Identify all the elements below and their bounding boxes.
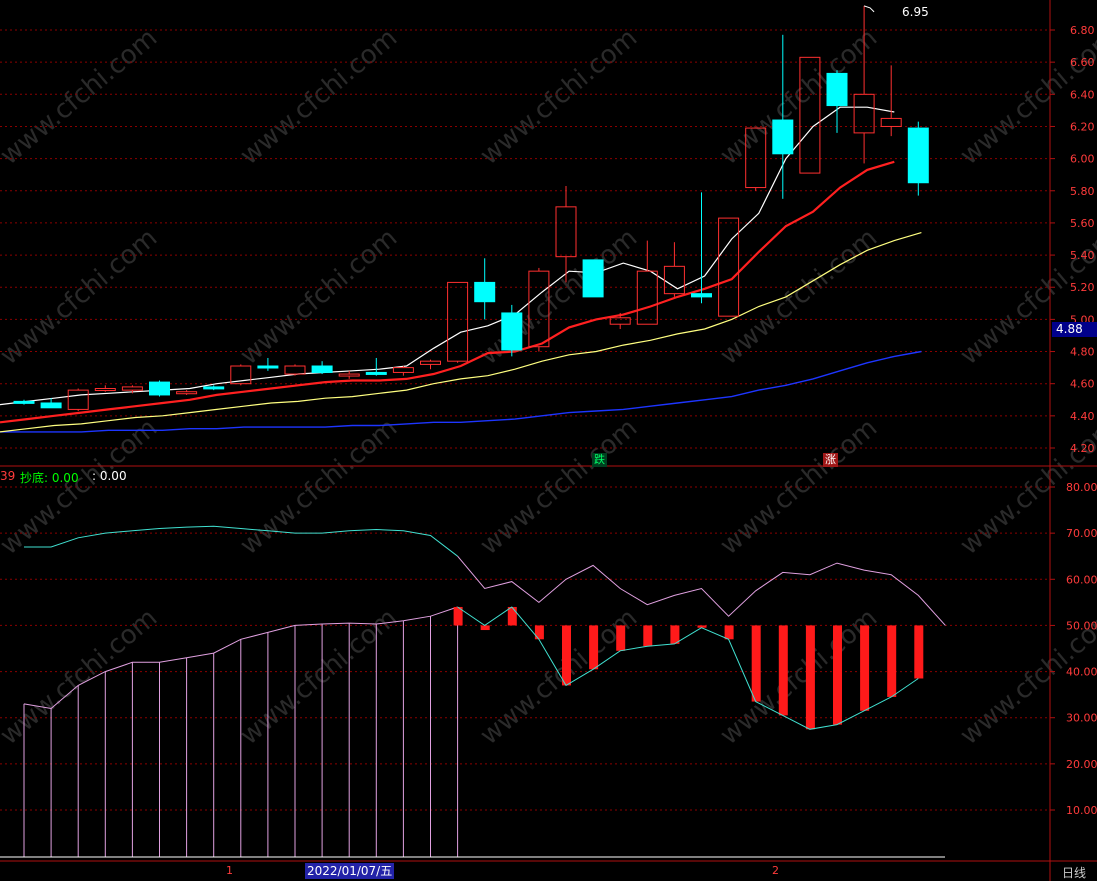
last-price-tag: 4.88 — [1052, 322, 1097, 337]
price-tick-label: 5.60 — [1070, 217, 1095, 230]
indicator-bar — [643, 625, 653, 647]
watermark-text: www.cfchi.com — [235, 23, 404, 171]
indicator-tick-label: 60.00 — [1066, 573, 1097, 586]
indicator-tick-label: 40.00 — [1066, 666, 1097, 679]
max-price-label: 6.95 — [902, 5, 929, 19]
candle-up — [67, 389, 89, 410]
candle-up — [447, 281, 469, 362]
candle-up — [718, 217, 740, 317]
indicator-chaodi-label: 抄底: 0.00 — [20, 471, 79, 485]
watermark-text: www.cfchi.com — [715, 23, 884, 171]
indicator-tick-label: 50.00 — [1066, 619, 1097, 632]
indicator-bar — [887, 625, 897, 697]
watermark-text: www.cfchi.com — [0, 223, 163, 371]
watermark-text: www.cfchi.com — [475, 23, 644, 171]
x-marker-2: 2 — [772, 864, 779, 877]
price-tick-label: 4.60 — [1070, 378, 1095, 391]
candle-down — [501, 312, 523, 351]
candle-up — [420, 360, 441, 365]
price-panel — [0, 5, 929, 433]
candle-down — [772, 119, 794, 155]
price-tick-label: 4.80 — [1070, 346, 1095, 359]
candle-up — [555, 206, 577, 258]
candle-down — [203, 386, 225, 390]
candle-down — [40, 402, 62, 409]
indicator-bar — [751, 625, 761, 702]
watermark-text: www.cfchi.com — [475, 603, 644, 751]
indicator-bar — [833, 625, 842, 725]
indicator-colon-label: : 0.00 — [92, 469, 127, 483]
watermark-text: www.cfchi.com — [715, 603, 884, 751]
price-tick-label: 5.80 — [1070, 185, 1095, 198]
candle-up — [176, 391, 198, 395]
cursor-date-label: 2022/01/07/五 — [305, 863, 395, 879]
candle-down — [311, 365, 333, 373]
price-tick-label: 6.00 — [1070, 153, 1095, 166]
candle-down — [582, 259, 604, 298]
indicator-bar — [914, 625, 924, 679]
indicator-tick-label: 30.00 — [1066, 712, 1097, 725]
candle-up — [663, 265, 685, 295]
candle-up — [284, 365, 306, 375]
x-marker-1: 1 — [226, 864, 233, 877]
indicator-bar — [589, 625, 599, 670]
candle-down — [826, 72, 848, 107]
price-tick-label: 5.40 — [1070, 249, 1095, 262]
watermark-text: www.cfchi.com — [235, 603, 404, 751]
indicator-bar — [507, 606, 517, 626]
indicator-tick-label: 70.00 — [1066, 527, 1097, 540]
indicator-bar — [562, 625, 571, 686]
watermark-text: www.cfchi.com — [475, 223, 644, 371]
price-tick-label: 5.20 — [1070, 281, 1095, 294]
indicator-tick-label: 20.00 — [1066, 758, 1097, 771]
indicator-bar — [778, 625, 788, 716]
candle-down — [907, 127, 929, 184]
candle-up — [338, 373, 360, 377]
candle-up — [853, 93, 875, 134]
period-label[interactable]: 日线 — [1062, 864, 1086, 881]
stock-chart: www.cfchi.com www.cfchi.com www.cfchi.com w… — [0, 0, 1097, 881]
candle-down — [691, 293, 712, 298]
price-tick-label: 4.40 — [1070, 410, 1095, 423]
candle-down — [257, 365, 279, 369]
price-tick-label: 4.20 — [1070, 442, 1095, 455]
indicator-left-fragment: 39 — [0, 469, 16, 483]
watermark-text: www.cfchi.com — [235, 413, 404, 561]
candle-up — [880, 117, 902, 127]
candle-up — [392, 367, 414, 373]
indicator-tick-label: 80.00 — [1066, 481, 1097, 494]
candle-up — [636, 270, 658, 325]
candle-up — [94, 388, 116, 392]
indicator-bar — [805, 625, 815, 730]
indicator-bar — [616, 625, 626, 651]
price-tick-label: 6.80 — [1070, 24, 1095, 37]
max-price-pointer — [863, 5, 875, 13]
indicator-panel — [23, 525, 946, 857]
candle-down — [474, 281, 496, 303]
price-tick-label: 6.20 — [1070, 120, 1095, 133]
candle-down — [365, 371, 387, 375]
indicator-bar — [860, 625, 870, 711]
watermark-text: www.cfchi.com — [475, 413, 644, 561]
axes: 6.806.606.406.206.005.805.605.405.205.00… — [0, 0, 1097, 881]
watermark-text: www.cfchi.com — [715, 413, 884, 561]
signal-up-marker: 涨 — [823, 453, 838, 467]
candle-down — [149, 381, 170, 396]
price-tick-label: 6.60 — [1070, 56, 1095, 69]
watermark-text: www.cfchi.com — [715, 223, 884, 371]
indicator-bar — [480, 625, 490, 631]
watermark-text: www.cfchi.com — [0, 23, 163, 171]
indicator-bar — [534, 625, 544, 640]
signal-down-marker: 跌 — [592, 453, 607, 467]
watermark-text: www.cfchi.com — [235, 223, 404, 371]
indicator-tick-label: 10.00 — [1066, 804, 1097, 817]
price-tick-label: 6.40 — [1070, 88, 1095, 101]
candle-down — [13, 400, 35, 404]
candle-up — [121, 386, 143, 391]
indicator-bar — [670, 625, 680, 644]
candle-up — [609, 317, 631, 325]
indicator-bar — [724, 625, 734, 640]
